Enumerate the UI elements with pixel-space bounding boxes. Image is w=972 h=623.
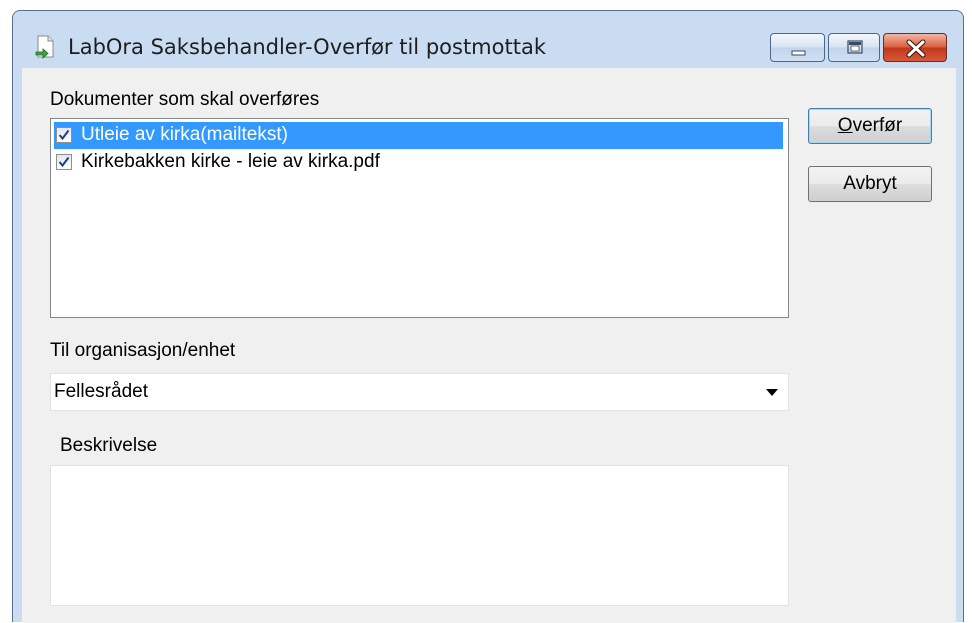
description-field[interactable] xyxy=(50,465,789,606)
documents-list[interactable]: Utleie av kirka(mailtekst) Kirkebakken k… xyxy=(50,118,789,318)
list-item[interactable]: Utleie av kirka(mailtekst) xyxy=(54,122,783,149)
organization-label: Til organisasjon/enhet xyxy=(50,340,236,361)
window-title: LabOra Saksbehandler-Overfør til postmot… xyxy=(68,35,546,59)
document-arrow-icon xyxy=(35,35,57,59)
organization-value: Fellesrådet xyxy=(54,381,148,402)
document-name: Utleie av kirka(mailtekst) xyxy=(81,124,288,145)
close-icon xyxy=(906,39,926,58)
maximize-button[interactable] xyxy=(828,33,880,62)
transfer-mnemonic: O xyxy=(837,115,853,136)
dialog-window: LabOra Saksbehandler-Overfør til postmot… xyxy=(12,10,964,623)
title-bar[interactable]: LabOra Saksbehandler-Overfør til postmot… xyxy=(13,11,963,68)
description-label: Beskrivelse xyxy=(60,435,158,456)
cancel-button[interactable]: Avbryt xyxy=(808,166,932,202)
minimize-button[interactable] xyxy=(770,33,825,62)
document-checkbox[interactable] xyxy=(56,154,72,170)
checkmark-icon xyxy=(58,156,70,168)
transfer-button[interactable]: Overfør xyxy=(808,108,932,144)
organization-select[interactable]: Fellesrådet xyxy=(50,373,789,411)
document-name: Kirkebakken kirke - leie av kirka.pdf xyxy=(81,151,380,172)
list-item[interactable]: Kirkebakken kirke - leie av kirka.pdf xyxy=(54,149,783,176)
chevron-down-icon xyxy=(766,389,778,396)
dialog-client-area: Dokumenter som skal overføres Utleie av … xyxy=(22,68,956,623)
transfer-label: verfør xyxy=(852,115,903,136)
maximize-icon xyxy=(847,40,863,54)
minimize-icon xyxy=(791,50,806,56)
checkmark-icon xyxy=(58,129,70,141)
documents-label: Dokumenter som skal overføres xyxy=(50,89,320,110)
close-button[interactable] xyxy=(883,33,947,62)
document-checkbox[interactable] xyxy=(56,127,72,143)
